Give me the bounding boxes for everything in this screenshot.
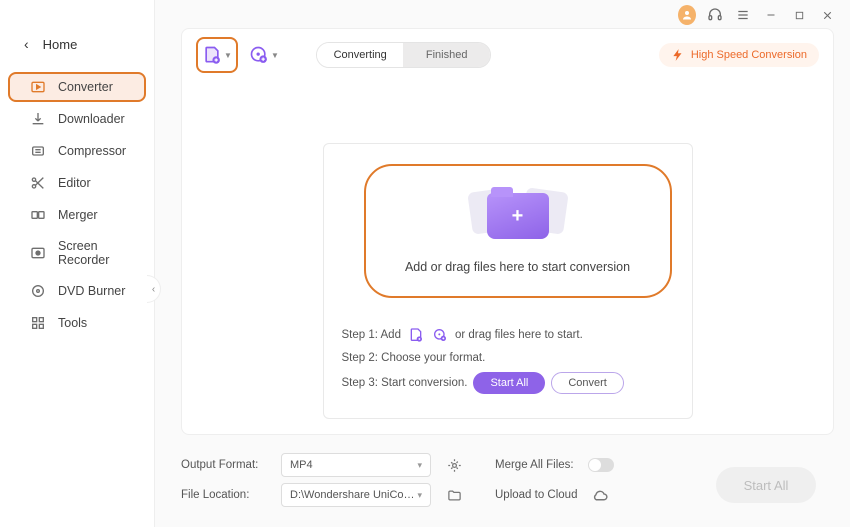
download-icon: [30, 111, 46, 127]
drop-zone-container: + Add or drag files here to start conver…: [323, 143, 693, 419]
sidebar-item-tools[interactable]: Tools: [8, 308, 146, 338]
chevron-down-icon: ▾: [417, 490, 422, 501]
cloud-icon[interactable]: [591, 486, 609, 504]
sidebar-item-label: Tools: [58, 316, 87, 330]
sidebar-item-compressor[interactable]: Compressor: [8, 136, 146, 166]
chevron-down-icon: ▾: [417, 460, 422, 471]
merge-icon: [30, 207, 46, 223]
titlebar: [155, 0, 850, 26]
add-disc-mini-icon[interactable]: [431, 326, 449, 344]
add-disc-icon: [249, 45, 269, 65]
lightning-icon: [671, 48, 685, 62]
compress-icon: [30, 143, 46, 159]
file-location-label: File Location:: [181, 489, 267, 501]
high-speed-badge[interactable]: High Speed Conversion: [659, 43, 819, 67]
tab-switch: Converting Finished: [316, 42, 491, 68]
convert-button[interactable]: Convert: [551, 372, 624, 394]
step1-prefix: Step 1: Add: [342, 329, 401, 341]
settings-gear-icon[interactable]: [445, 456, 463, 474]
sidebar-item-label: DVD Burner: [58, 284, 125, 298]
record-icon: [30, 245, 46, 261]
content-panel: ▼ ▼ Converting Finished High Speed Conve…: [181, 28, 834, 435]
file-location-value: D:\Wondershare UniConverter 1: [290, 489, 417, 501]
chevron-down-icon: ▼: [224, 51, 232, 60]
chevron-down-icon: ▼: [271, 51, 279, 60]
step-2: Step 2: Choose your format.: [342, 352, 692, 364]
disc-icon: [30, 283, 46, 299]
add-file-mini-icon[interactable]: [407, 326, 425, 344]
back-icon: ‹: [24, 36, 29, 52]
folder-plus-icon: +: [458, 184, 578, 248]
step1-suffix: or drag files here to start.: [455, 329, 583, 341]
step-1: Step 1: Add or drag files here to start.: [342, 326, 692, 344]
grid-icon: [30, 315, 46, 331]
output-format-label: Output Format:: [181, 459, 267, 471]
account-avatar[interactable]: [678, 6, 696, 24]
menu-icon[interactable]: [734, 6, 752, 24]
close-button[interactable]: [818, 6, 836, 24]
sidebar-item-label: Downloader: [58, 112, 125, 126]
drop-zone[interactable]: + Add or drag files here to start conver…: [364, 164, 672, 298]
home-link[interactable]: ‹ Home: [0, 30, 154, 70]
merge-all-label: Merge All Files:: [495, 459, 574, 471]
sidebar-item-dvd-burner[interactable]: DVD Burner: [8, 276, 146, 306]
sidebar-item-merger[interactable]: Merger: [8, 200, 146, 230]
open-folder-icon[interactable]: [445, 486, 463, 504]
sidebar-item-screen-recorder[interactable]: Screen Recorder: [8, 232, 146, 274]
sidebar-item-label: Converter: [58, 80, 113, 94]
start-all-footer-button[interactable]: Start All: [716, 467, 816, 503]
content-body: + Add or drag files here to start conver…: [182, 81, 833, 434]
minimize-button[interactable]: [762, 6, 780, 24]
sidebar-item-converter[interactable]: Converter: [8, 72, 146, 102]
sidebar-item-label: Merger: [58, 208, 98, 222]
home-label: Home: [43, 37, 78, 52]
toolbar: ▼ ▼ Converting Finished High Speed Conve…: [182, 29, 833, 81]
output-format-select[interactable]: MP4 ▾: [281, 453, 431, 477]
drop-zone-text: Add or drag files here to start conversi…: [405, 260, 630, 274]
sidebar-item-editor[interactable]: Editor: [8, 168, 146, 198]
file-location-select[interactable]: D:\Wondershare UniConverter 1 ▾: [281, 483, 431, 507]
main-area: ▼ ▼ Converting Finished High Speed Conve…: [155, 0, 850, 527]
sidebar-item-label: Editor: [58, 176, 91, 190]
tab-finished[interactable]: Finished: [403, 43, 490, 67]
sidebar-item-label: Compressor: [58, 144, 126, 158]
step3-text: Step 3: Start conversion.: [342, 377, 468, 389]
step2-text: Step 2: Choose your format.: [342, 352, 486, 364]
steps-panel: Step 1: Add or drag files here to start.…: [324, 308, 692, 418]
add-file-button[interactable]: ▼: [196, 37, 238, 73]
step-3: Step 3: Start conversion. Start All Conv…: [342, 372, 692, 394]
upload-cloud-label: Upload to Cloud: [495, 489, 577, 501]
scissors-icon: [30, 175, 46, 191]
merge-all-toggle[interactable]: [588, 458, 614, 472]
tab-converting[interactable]: Converting: [317, 43, 404, 67]
sidebar-item-downloader[interactable]: Downloader: [8, 104, 146, 134]
converter-icon: [30, 79, 46, 95]
add-file-icon: [202, 45, 222, 65]
maximize-button[interactable]: [790, 6, 808, 24]
support-icon[interactable]: [706, 6, 724, 24]
output-format-value: MP4: [290, 459, 313, 471]
add-disc-button[interactable]: ▼: [246, 37, 282, 73]
high-speed-label: High Speed Conversion: [691, 49, 807, 61]
start-all-button[interactable]: Start All: [473, 372, 545, 394]
sidebar: ‹ Home Converter Downloader Compressor E…: [0, 0, 155, 527]
sidebar-item-label: Screen Recorder: [58, 239, 132, 267]
